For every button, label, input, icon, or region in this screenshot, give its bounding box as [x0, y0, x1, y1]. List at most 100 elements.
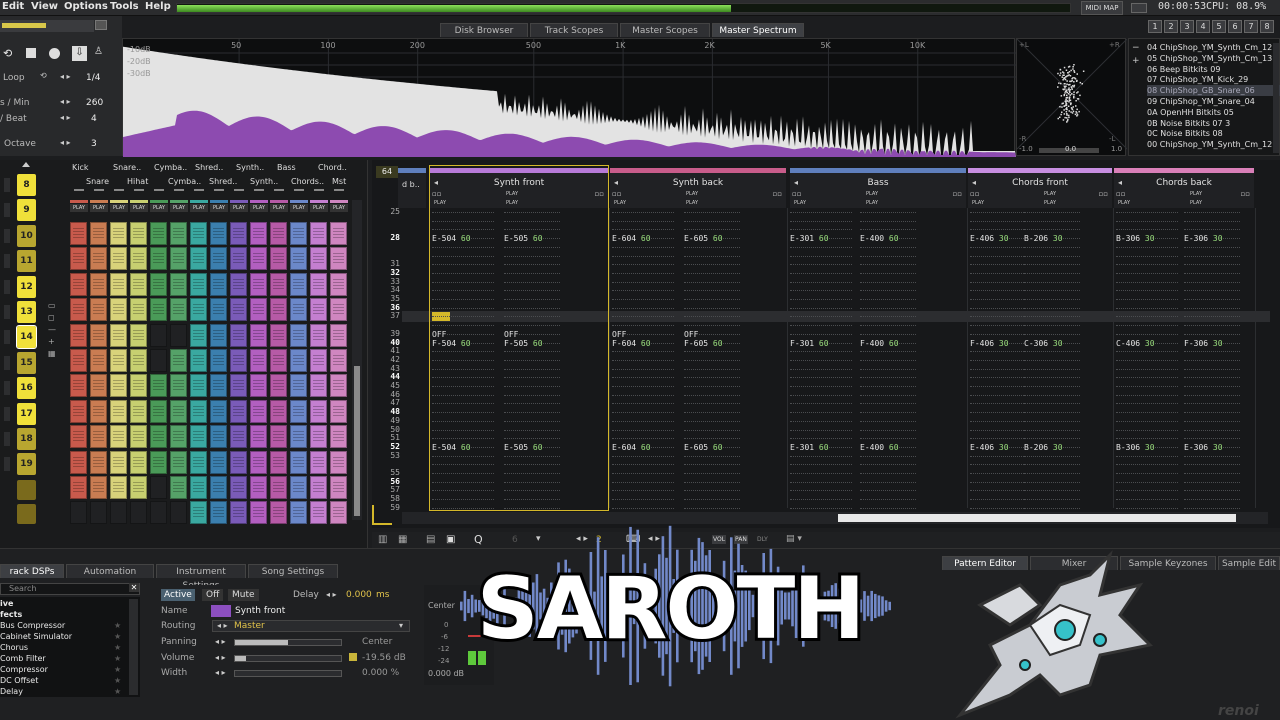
note-cell[interactable]: E-406 30	[970, 234, 1009, 244]
instrument-row[interactable]: 09 ChipShop_YM_Snare_04	[1147, 96, 1280, 107]
note-cell[interactable]: E-301 60	[790, 234, 829, 244]
instrument-row[interactable]: 06 Beep Bitkits 09	[1147, 64, 1280, 75]
active-button[interactable]: Active	[161, 589, 195, 601]
matrix-slot[interactable]	[70, 247, 87, 271]
sequence-up-icon[interactable]	[22, 162, 30, 167]
matrix-slot[interactable]	[130, 476, 147, 499]
matrix-slot[interactable]	[190, 399, 207, 423]
lpb-arrows-icon[interactable]: ◂ ▸	[60, 113, 71, 122]
matrix-slot[interactable]	[70, 501, 87, 525]
matrix-slot[interactable]	[270, 374, 287, 398]
matrix-slot[interactable]	[330, 349, 347, 372]
matrix-slot[interactable]	[110, 450, 127, 474]
add-instrument-icon[interactable]: +	[1132, 57, 1141, 66]
sequence-mute-toggle[interactable]	[4, 305, 10, 319]
toggle-matrix-icon[interactable]: ▥	[378, 534, 387, 545]
matrix-slot[interactable]	[290, 272, 307, 296]
matrix-slot[interactable]	[290, 298, 307, 322]
sequence-slot-13[interactable]: 13	[17, 301, 36, 323]
matrix-slot[interactable]	[90, 501, 107, 525]
track-header[interactable]: Chords back ◂ ▫▫ ▫▫ PLAY PLAY PLAY	[1114, 168, 1254, 208]
matrix-slot[interactable]	[90, 399, 107, 423]
matrix-slot[interactable]	[170, 476, 187, 499]
panning-arrows-icon[interactable]: ◂ ▸	[215, 637, 226, 646]
sequence-slot-14[interactable]: 14	[16, 325, 37, 350]
tab-sample-edit[interactable]: Sample Edit	[1218, 556, 1280, 570]
note-cell[interactable]: C-306 30	[1024, 338, 1063, 348]
mute-button[interactable]: Mute	[228, 589, 259, 601]
matrix-slot[interactable]	[110, 349, 127, 372]
matrix-slot[interactable]	[310, 349, 327, 372]
matrix-slot[interactable]	[270, 425, 287, 449]
track-header[interactable]: Synth front ◂ ▫▫ ▫▫ PLAY PLAY PLAY	[430, 168, 608, 208]
matrix-slot[interactable]	[210, 476, 227, 499]
menu-edit[interactable]: Edit	[2, 1, 24, 12]
sequence-slot-17[interactable]: 17	[17, 402, 36, 425]
play-toggle[interactable]: PLAY	[190, 204, 208, 212]
matrix-slot[interactable]	[150, 374, 167, 398]
matrix-slot[interactable]	[310, 247, 327, 271]
note-cell[interactable]: E-604 60	[612, 442, 651, 452]
matrix-slot[interactable]	[70, 399, 87, 423]
sequence-slot-19[interactable]: 19	[17, 453, 36, 476]
sequence-mute-toggle[interactable]	[4, 279, 10, 294]
note-cell[interactable]: E-400 60	[860, 442, 899, 452]
track-name-value[interactable]: Synth front	[235, 606, 285, 616]
tab-master-scopes[interactable]: Master Scopes	[620, 23, 710, 37]
matrix-slot[interactable]	[290, 247, 307, 271]
track-toggle-icon[interactable]: ▫▫	[953, 190, 963, 198]
dsp-item[interactable]: DC Offset	[0, 676, 38, 685]
matrix-slot[interactable]	[190, 298, 207, 322]
play-toggle[interactable]: PLAY	[290, 204, 308, 212]
layout-button-1[interactable]: 1	[1148, 20, 1162, 33]
tab-automation[interactable]: Automation	[66, 564, 154, 578]
collapse-icon[interactable]: ◂	[434, 178, 438, 187]
matrix-slot[interactable]	[90, 222, 107, 245]
matrix-slot[interactable]	[190, 349, 207, 372]
matrix-slot[interactable]	[310, 501, 327, 525]
dsp-item[interactable]: Cabinet Simulator	[0, 632, 72, 641]
menu-tools[interactable]: Tools	[110, 1, 139, 12]
matrix-slot[interactable]	[210, 272, 227, 296]
note-cell[interactable]: B-206 30	[1024, 442, 1063, 452]
matrix-slot[interactable]	[330, 476, 347, 499]
record-icon[interactable]	[49, 48, 60, 59]
matrix-slot[interactable]	[150, 247, 167, 271]
matrix-slot[interactable]	[170, 399, 187, 423]
tab-song-settings[interactable]: Song Settings	[248, 564, 338, 578]
note-off[interactable]: OFF	[504, 329, 519, 339]
sequence-mute-toggle[interactable]	[4, 254, 10, 269]
matrix-slot[interactable]	[90, 374, 107, 398]
instrument-row[interactable]: 08 ChipShop_GB_Snare_06	[1147, 85, 1280, 97]
matrix-slot[interactable]	[290, 323, 307, 347]
sequence-mute-toggle[interactable]	[4, 178, 10, 192]
matrix-slot[interactable]	[90, 476, 107, 499]
matrix-slot[interactable]	[310, 476, 327, 499]
matrix-slot[interactable]	[130, 349, 147, 372]
note-cell[interactable]: B-306 30	[1116, 442, 1155, 452]
remove-instrument-icon[interactable]: −	[1132, 44, 1141, 53]
octave-value[interactable]: 3	[91, 139, 97, 149]
favorite-star-icon[interactable]: ★	[114, 621, 121, 630]
note-cell[interactable]: F-605 60	[684, 338, 723, 348]
matrix-slot[interactable]	[70, 272, 87, 296]
follow-icon[interactable]: ⇩	[72, 46, 87, 61]
matrix-slot[interactable]	[150, 450, 167, 474]
loop-reset-icon[interactable]: ⟲	[40, 71, 47, 80]
matrix-slot[interactable]	[230, 222, 247, 245]
delay-value[interactable]: 0.000	[346, 590, 372, 600]
matrix-slot[interactable]	[90, 298, 107, 322]
panning-slider[interactable]	[234, 639, 342, 646]
favorite-star-icon[interactable]: ★	[114, 687, 121, 696]
layout-button-2[interactable]: 2	[1164, 20, 1178, 33]
matrix-slot[interactable]	[170, 298, 187, 322]
instrument-row[interactable]: 0C Noise Bitkits 08	[1147, 128, 1280, 139]
matrix-scrollbar[interactable]	[352, 200, 362, 520]
track-color-swatch[interactable]	[211, 605, 231, 617]
matrix-slot[interactable]	[130, 247, 147, 271]
layout-button-7[interactable]: 7	[1244, 20, 1258, 33]
matrix-slot[interactable]	[110, 399, 127, 423]
matrix-slot[interactable]	[110, 272, 127, 296]
sequence-mute-toggle[interactable]	[4, 406, 10, 421]
matrix-slot[interactable]	[270, 476, 287, 499]
